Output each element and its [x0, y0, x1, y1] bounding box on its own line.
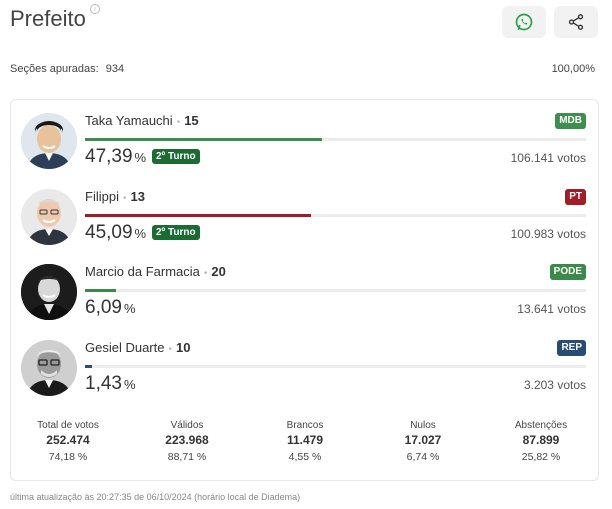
party-badge: REP [557, 340, 586, 356]
stat-percent: 6,74 % [406, 451, 440, 463]
second-round-badge: 2º Turno [152, 225, 200, 240]
candidate-name: Filippi [85, 189, 119, 204]
candidate-percent-value: 45,09 [85, 222, 133, 243]
page-title: Prefeito [10, 6, 86, 31]
candidate-photo [21, 340, 77, 396]
separator-dot: • [168, 344, 172, 355]
candidate-name-line: Gesiel Duarte • 10 [85, 340, 190, 355]
candidate-name-line: Taka Yamauchi • 15 [85, 113, 199, 128]
stat-label: Nulos [410, 420, 436, 431]
candidate-name-line: Marcio da Farmacia • 20 [85, 264, 226, 279]
candidate-percent: 1,43% [85, 373, 136, 395]
vote-bar [85, 289, 586, 292]
candidate-row[interactable]: Taka Yamauchi • 15 MDB 47,39% 2º Turno 106… [11, 113, 598, 185]
sections-counted: Seções apuradas: 934 [10, 63, 124, 75]
candidate-name: Taka Yamauchi [85, 113, 173, 128]
candidate-votes: 3.203 votos [523, 378, 586, 392]
percent-unit: % [123, 301, 136, 316]
percent-unit: % [134, 226, 147, 241]
candidate-row[interactable]: Marcio da Farmacia • 20 PODE 6,09% 13.641 … [11, 264, 598, 336]
stat-percent: 74,18 % [48, 451, 88, 463]
results-card: Taka Yamauchi • 15 MDB 47,39% 2º Turno 106… [10, 99, 599, 481]
percent-counted: 100,00% [551, 63, 595, 75]
stat-value: 87.899 [522, 433, 560, 447]
last-updated: última atualização às 20:27:35 de 06/10/… [10, 492, 301, 502]
candidate-name-line: Filippi • 13 [85, 189, 145, 204]
second-round-badge: 2º Turno [152, 149, 200, 164]
share-button[interactable] [554, 6, 598, 38]
vote-bar [85, 214, 586, 217]
stat-null: Nulos 17.027 6,74 % [368, 420, 478, 463]
candidate-number: 10 [176, 340, 191, 355]
stat-blank: Brancos 11.479 4,55 % [250, 420, 360, 463]
candidate-votes: 100.983 votos [510, 227, 586, 241]
stat-percent: 4,55 % [288, 451, 322, 463]
vote-stats: Total de votos 252.474 74,18 % Válidos 2… [11, 420, 598, 470]
stat-abstentions: Abstenções 87.899 25,82 % [486, 420, 596, 463]
stat-percent: 88,71 % [167, 451, 207, 463]
candidate-percent: 45,09% [85, 222, 146, 244]
stat-label: Brancos [286, 420, 324, 431]
info-icon[interactable]: i [90, 4, 100, 14]
candidate-percent: 6,09% [85, 297, 136, 319]
party-badge: PODE [549, 264, 586, 280]
percent-unit: % [134, 150, 147, 165]
party-badge: MDB [555, 113, 586, 129]
candidate-percent-value: 1,43 [85, 373, 122, 394]
vote-bar [85, 365, 586, 368]
candidate-photo [21, 189, 77, 245]
vote-bar-fill [85, 214, 311, 217]
candidate-photo [21, 264, 77, 320]
stat-valid: Válidos 223.968 88,71 % [132, 420, 242, 463]
stat-percent: 25,82 % [521, 451, 561, 463]
candidate-percent: 47,39% [85, 146, 146, 168]
stat-total-votes: Total de votos 252.474 74,18 % [13, 420, 123, 463]
vote-bar-fill [85, 289, 116, 292]
candidate-row[interactable]: Gesiel Duarte • 10 REP 1,43% 3.203 votos [11, 340, 598, 412]
vote-bar-fill [85, 138, 323, 141]
vote-bar [85, 138, 586, 141]
stat-value: 11.479 [286, 433, 324, 447]
stat-value: 17.027 [404, 433, 442, 447]
candidate-photo [21, 113, 77, 169]
candidate-number: 13 [130, 189, 145, 204]
separator-dot: • [203, 268, 208, 279]
vote-bar-fill [85, 365, 93, 368]
stat-label: Abstenções [514, 420, 568, 431]
separator-dot: • [122, 193, 127, 204]
separator-dot: • [176, 117, 181, 128]
candidate-number: 15 [184, 113, 199, 128]
stat-label: Total de votos [37, 420, 99, 431]
whatsapp-icon [515, 13, 533, 31]
party-badge: PT [565, 189, 586, 205]
whatsapp-share-button[interactable] [502, 6, 546, 38]
sections-counted-label: Seções apuradas: [10, 63, 99, 75]
candidate-number: 20 [211, 264, 226, 279]
page-header: Prefeito i [10, 4, 602, 40]
candidate-votes: 13.641 votos [517, 302, 586, 316]
percent-unit: % [123, 377, 136, 392]
candidate-percent-value: 6,09 [85, 297, 122, 318]
candidate-row[interactable]: Filippi • 13 PT 45,09% 2º Turno 100.983 vo… [11, 189, 598, 261]
stat-label: Válidos [170, 420, 204, 431]
share-icon [568, 14, 584, 30]
candidate-name: Gesiel Duarte [85, 340, 165, 355]
stat-value: 252.474 [46, 433, 90, 447]
candidate-name: Marcio da Farmacia [85, 264, 200, 279]
candidate-votes: 106.141 votos [510, 151, 586, 165]
candidate-percent-value: 47,39 [85, 146, 133, 167]
stat-value: 223.968 [165, 433, 209, 447]
sections-counted-value: 934 [105, 63, 125, 75]
